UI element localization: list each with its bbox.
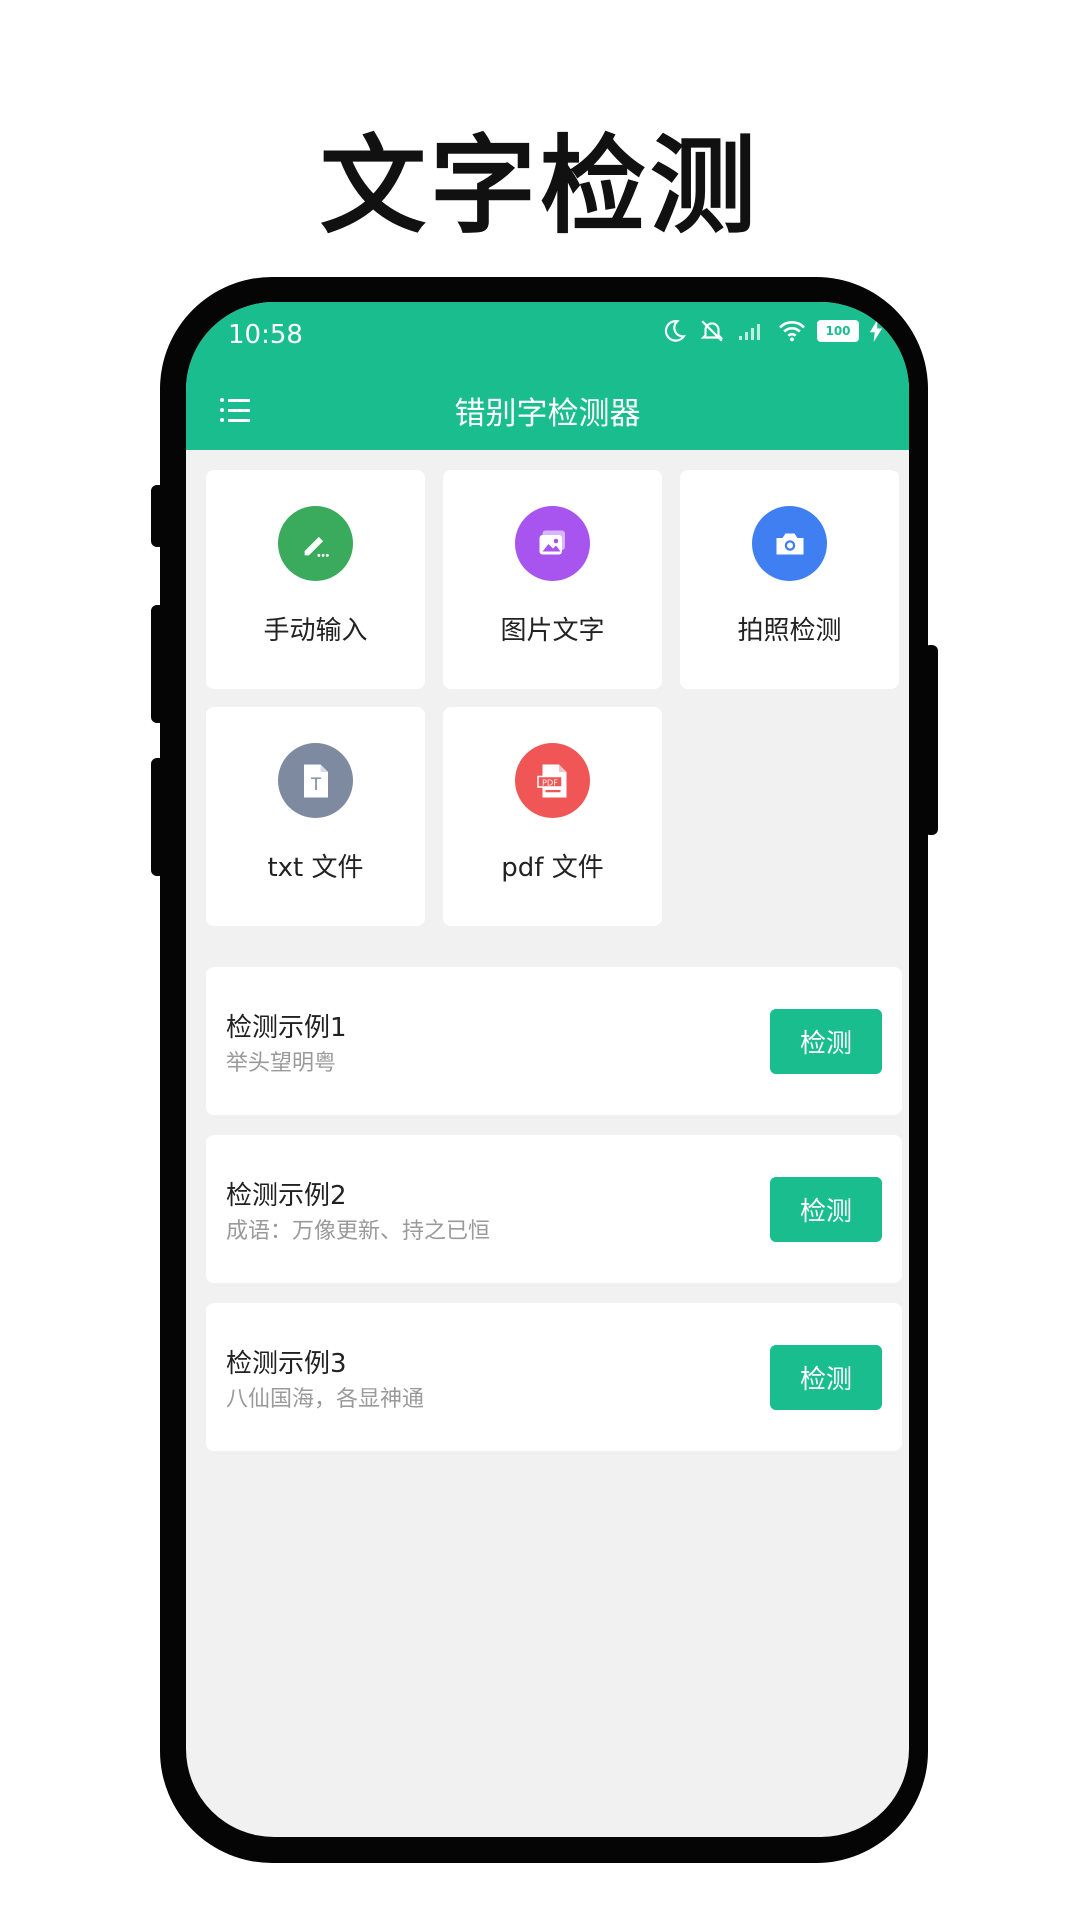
phone-volume-up: [151, 605, 165, 723]
pdf-file-icon: PDF: [515, 743, 590, 818]
txt-file-icon: T: [278, 743, 353, 818]
tile-photo-detect[interactable]: 拍照检测: [680, 470, 899, 689]
signal-icon: [739, 324, 760, 340]
tile-image-text[interactable]: 图片文字: [443, 470, 662, 689]
example-title: 检测示例2: [226, 1181, 347, 1211]
example-card-1: 检测示例1 举头望明粤 检测: [206, 967, 902, 1115]
app-title: 错别字检测器: [454, 396, 641, 432]
app-bar: 错别字检测器: [186, 370, 909, 450]
tile-label: 拍照检测: [737, 616, 842, 646]
battery-icon: 100: [817, 320, 859, 342]
tile-label: pdf 文件: [501, 853, 604, 883]
charging-icon: [869, 320, 883, 342]
detect-button[interactable]: 检测: [770, 1177, 882, 1242]
example-text: 成语：万像更新、持之已恒: [226, 1219, 491, 1244]
phone-screen: 10:58 100 错别字检测器 手动输入 图片文字 拍照检测 T txt 文件…: [186, 302, 909, 1837]
tile-manual-input[interactable]: 手动输入: [206, 470, 425, 689]
example-text: 举头望明粤: [226, 1051, 337, 1076]
tile-pdf-file[interactable]: PDF pdf 文件: [443, 707, 662, 926]
tile-label: 图片文字: [500, 616, 605, 646]
camera-icon: [752, 506, 827, 581]
wifi-icon: [779, 321, 805, 342]
detect-button[interactable]: 检测: [770, 1345, 882, 1410]
silent-bell-icon: [700, 320, 724, 342]
status-time: 10:58: [228, 320, 303, 350]
example-card-2: 检测示例2 成语：万像更新、持之已恒 检测: [206, 1135, 902, 1283]
example-card-3: 检测示例3 八仙国海，各显神通 检测: [206, 1303, 902, 1451]
phone-volume-down: [151, 758, 165, 876]
pencil-icon: [278, 506, 353, 581]
phone-side-button: [151, 485, 165, 547]
promo-title: 文字检测: [320, 125, 760, 248]
svg-text:PDF: PDF: [541, 777, 557, 787]
example-title: 检测示例3: [226, 1349, 347, 1379]
status-icons: 100: [661, 318, 883, 344]
image-icon: [515, 506, 590, 581]
tile-label: txt 文件: [267, 853, 364, 883]
moon-icon: [664, 320, 686, 342]
status-bar: 10:58 100: [186, 302, 909, 370]
tile-txt-file[interactable]: T txt 文件: [206, 707, 425, 926]
tile-label: 手动输入: [263, 616, 368, 646]
detect-button[interactable]: 检测: [770, 1009, 882, 1074]
phone-power-button: [924, 645, 938, 835]
example-text: 八仙国海，各显神通: [226, 1387, 425, 1412]
example-title: 检测示例1: [226, 1013, 347, 1043]
svg-text:T: T: [309, 775, 321, 794]
